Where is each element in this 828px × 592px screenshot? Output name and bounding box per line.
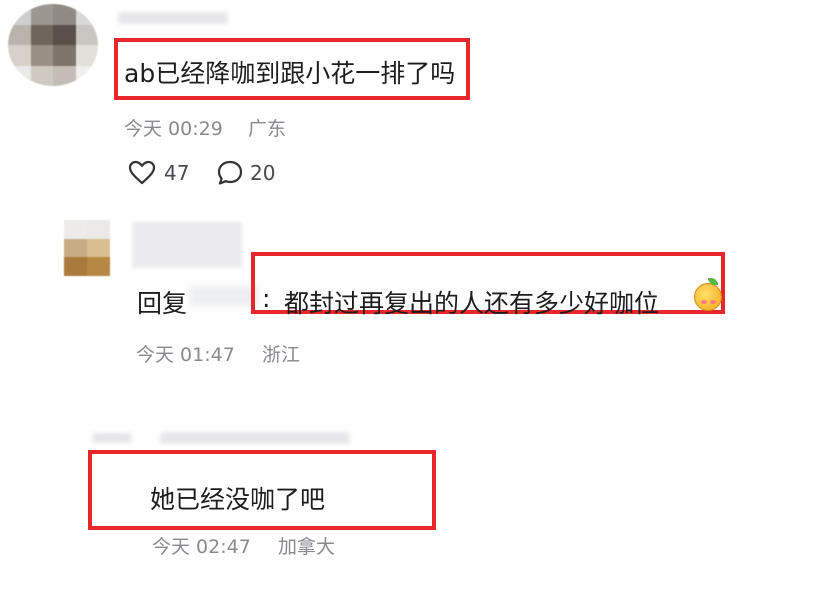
comment-location: 浙江	[262, 344, 301, 366]
comment-location: 广东	[248, 118, 287, 140]
reply-separator: :	[262, 284, 271, 313]
comment-text: ab已经降咖到跟小花一排了吗	[124, 59, 456, 88]
comment-time: 今天 02:47	[152, 536, 251, 558]
orange-face-emoji	[694, 283, 722, 311]
reply-prefix: 回复	[137, 289, 188, 318]
avatar[interactable]	[92, 433, 132, 443]
like-button[interactable]: 47	[128, 158, 198, 188]
like-count: 47	[164, 161, 190, 185]
comment-text: 都封过再复出的人还有多少好咖位	[284, 289, 660, 318]
comment-time: 今天 01:47	[136, 344, 235, 366]
reply-button[interactable]: 20	[216, 158, 286, 188]
comment-location: 加拿大	[278, 536, 336, 558]
avatar[interactable]	[64, 220, 110, 276]
reply-count: 20	[250, 161, 276, 185]
username[interactable]	[118, 12, 228, 24]
username[interactable]	[160, 432, 350, 444]
avatar[interactable]	[8, 4, 98, 86]
comment-bubble-icon	[217, 160, 243, 185]
comment-time: 今天 00:29	[124, 118, 223, 140]
reply-target-username[interactable]	[190, 286, 258, 306]
username[interactable]	[132, 222, 242, 268]
heart-icon	[128, 160, 156, 185]
comment-text: 她已经没咖了吧	[150, 485, 326, 514]
